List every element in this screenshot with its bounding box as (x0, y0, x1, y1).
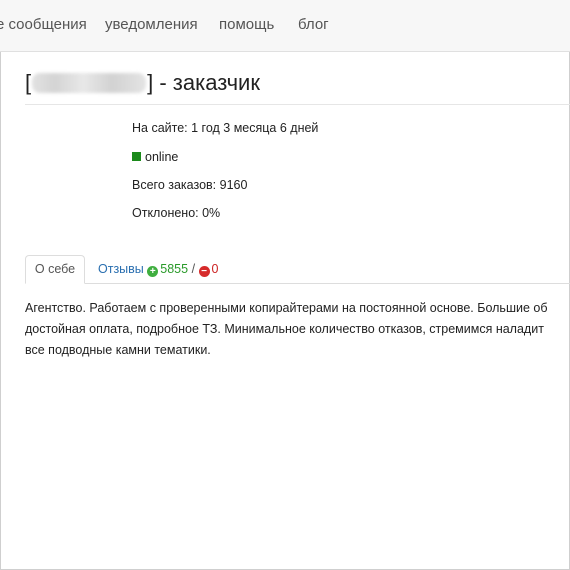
nav-help[interactable]: помощь (219, 16, 274, 33)
negative-reviews: −0 (198, 262, 219, 277)
positive-reviews: +5855 (147, 262, 189, 277)
rejected-rate: Отклонено: 0% (132, 206, 221, 220)
negative-count: 0 (211, 262, 219, 276)
minus-circle-icon: − (198, 266, 210, 277)
tabs-baseline (25, 283, 570, 284)
online-status: online (132, 150, 178, 164)
nav-blog[interactable]: блог (298, 16, 329, 33)
about-line: достойная оплата, подробное ТЗ. Минималь… (25, 322, 544, 336)
total-orders: Всего заказов: 9160 (132, 178, 248, 192)
top-navbar: е сообщения уведомления помощь блог (0, 0, 570, 52)
tab-about[interactable]: О себе (25, 255, 85, 284)
blurred-username (32, 73, 147, 93)
positive-count: 5855 (160, 262, 189, 276)
online-square-icon (132, 152, 141, 161)
nav-notifications[interactable]: уведомления (105, 16, 198, 33)
tab-reviews[interactable]: Отзывы +5855 / −0 (98, 262, 219, 277)
plus-circle-icon: + (147, 266, 159, 277)
online-status-text: online (145, 150, 179, 164)
about-text: Агентство. Работаем с проверенными копир… (25, 298, 570, 361)
nav-messages[interactable]: е сообщения (0, 16, 87, 33)
title-divider (25, 104, 570, 105)
about-line: все подводные камни тематики. (25, 343, 211, 357)
about-line: Агентство. Работаем с проверенными копир… (25, 301, 548, 315)
on-site-duration: На сайте: 1 год 3 месяца 6 дней (132, 121, 319, 135)
page-title: [ ] - заказчик (25, 70, 260, 96)
reviews-separator: / (191, 262, 196, 276)
tab-reviews-label: Отзывы (98, 262, 144, 276)
title-role: ] - заказчик (147, 70, 260, 95)
title-bracket-open: [ (25, 70, 32, 95)
